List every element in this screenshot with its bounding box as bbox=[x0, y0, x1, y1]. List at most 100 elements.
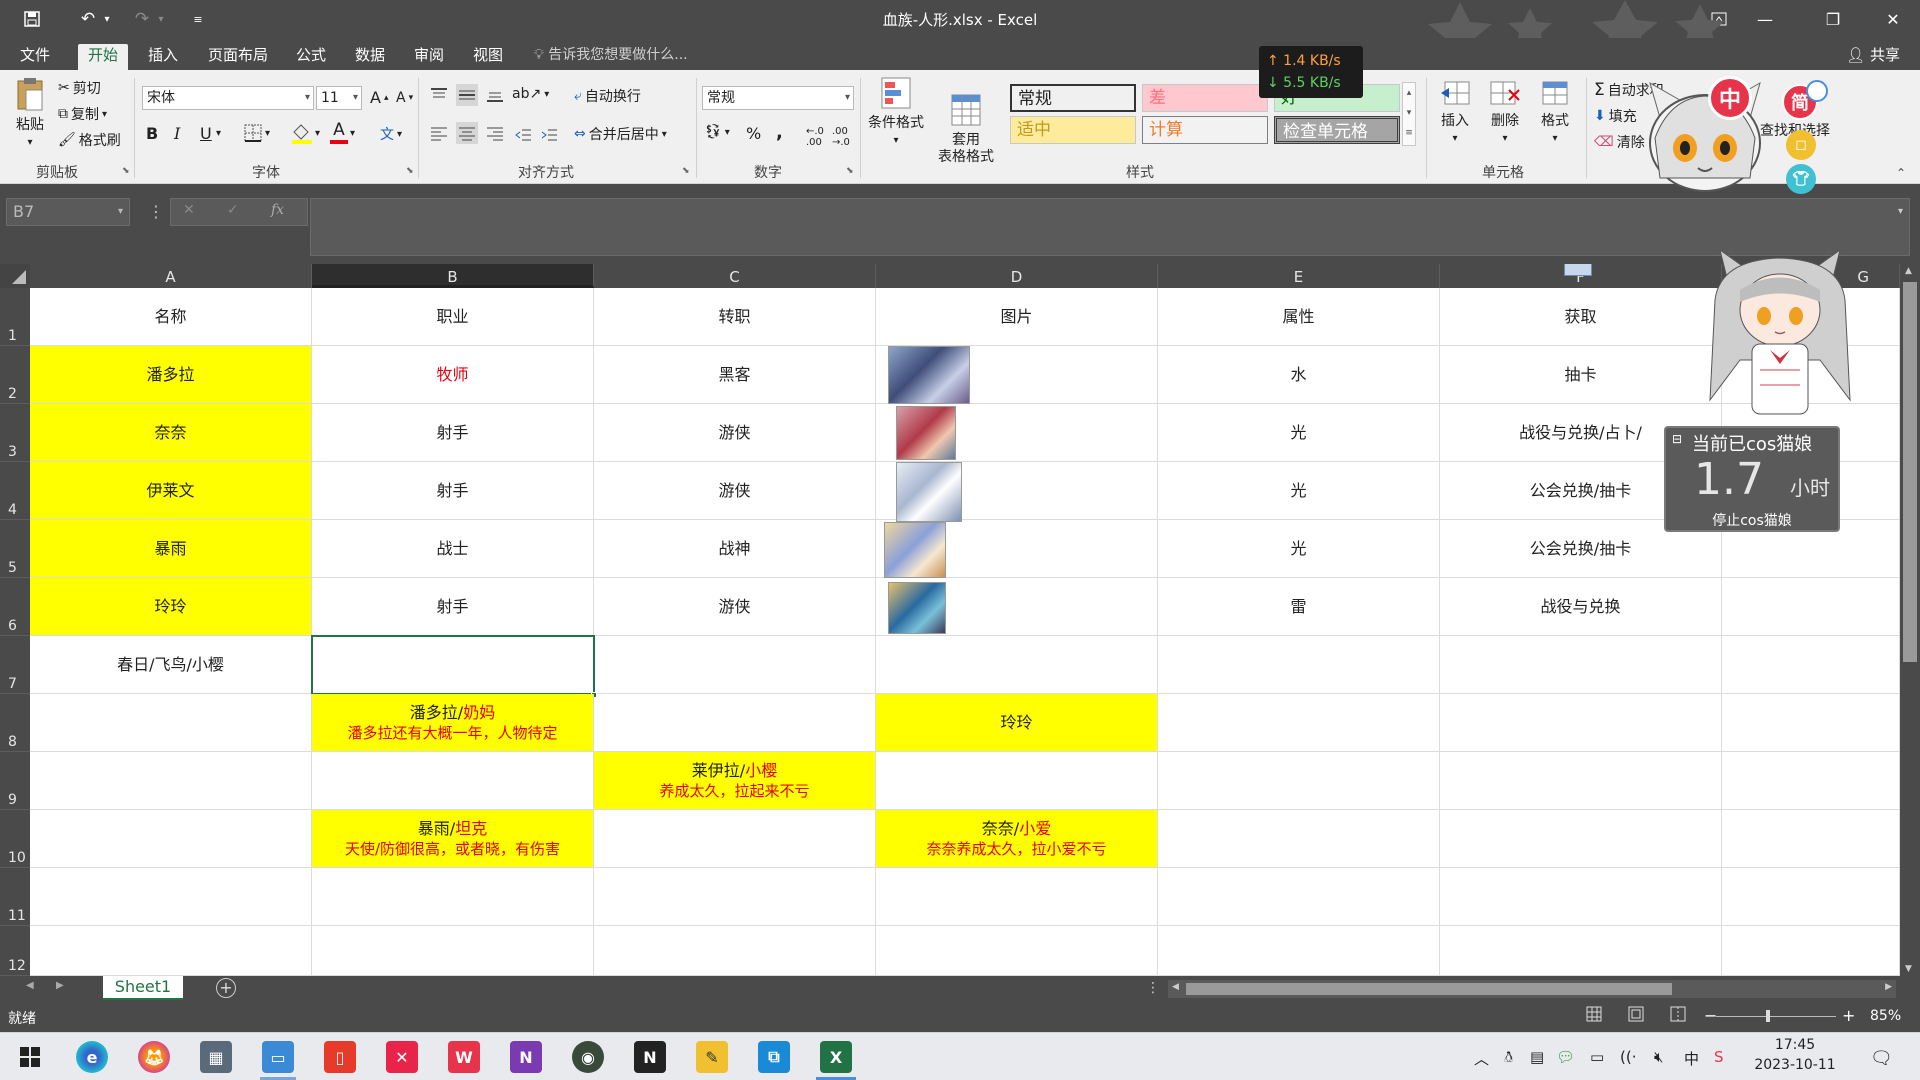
cell-g9[interactable] bbox=[1722, 752, 1900, 810]
clear-button[interactable]: ⌫ 清除 bbox=[1594, 132, 1645, 152]
cell-c2[interactable]: 黑客 bbox=[594, 346, 876, 404]
align-top-icon[interactable] bbox=[428, 84, 450, 106]
cell-e1[interactable]: 属性 bbox=[1158, 288, 1440, 346]
tab-file[interactable]: 文件 bbox=[10, 44, 60, 70]
game-app-icon[interactable]: ◉ bbox=[572, 1041, 604, 1073]
battery-icon[interactable]: ▭ bbox=[1590, 1048, 1604, 1066]
cell-b10[interactable]: 暴雨/坦克 天使/防御很高，或者晓，有伤害 bbox=[312, 810, 594, 868]
row-header-10[interactable]: 10 bbox=[0, 810, 30, 868]
page-break-view-icon[interactable] bbox=[1670, 1006, 1686, 1026]
font-name-combo[interactable]: 宋体 ▾ bbox=[142, 86, 314, 110]
phonetic-button[interactable]: 文 ▾ bbox=[380, 124, 402, 144]
row-header-11[interactable]: 11 bbox=[0, 868, 30, 926]
underline-button[interactable]: U bbox=[200, 124, 212, 143]
row-header-8[interactable]: 8 bbox=[0, 694, 30, 752]
cell-c6[interactable]: 游侠 bbox=[594, 578, 876, 636]
cell-e8[interactable] bbox=[1158, 694, 1440, 752]
xmind-icon[interactable]: ✕ bbox=[386, 1041, 418, 1073]
column-header-e[interactable]: E bbox=[1158, 264, 1440, 288]
cell-g6[interactable] bbox=[1722, 578, 1900, 636]
restore-icon[interactable]: ❐ bbox=[1810, 4, 1856, 34]
bold-button[interactable]: B bbox=[146, 124, 158, 143]
styles-gallery-scroll[interactable]: ▴ ▾ ≡ bbox=[1402, 82, 1416, 146]
cell-e11[interactable] bbox=[1158, 868, 1440, 926]
cell-e6[interactable]: 雷 bbox=[1158, 578, 1440, 636]
cell-a7[interactable]: 春日/飞鸟/小樱 bbox=[30, 636, 312, 694]
column-header-b[interactable]: B bbox=[312, 264, 594, 288]
format-cells-button[interactable]: 格式 ▾ bbox=[1532, 78, 1578, 147]
tab-insert[interactable]: 插入 bbox=[138, 44, 188, 70]
cell-c5[interactable]: 战神 bbox=[594, 520, 876, 578]
cell-c8[interactable] bbox=[594, 694, 876, 752]
cell-c4[interactable]: 游侠 bbox=[594, 462, 876, 520]
wrap-text-button[interactable]: ⤶ 自动换行 bbox=[574, 86, 641, 106]
insert-cells-button[interactable]: 插入 ▾ bbox=[1432, 78, 1478, 147]
cell-a3[interactable]: 奈奈 bbox=[30, 404, 312, 462]
tray-app-icon[interactable]: ▤ bbox=[1530, 1048, 1544, 1066]
notion-icon[interactable]: N bbox=[634, 1041, 666, 1073]
mascot-catgirl[interactable] bbox=[1700, 240, 1860, 436]
cell-e9[interactable] bbox=[1158, 752, 1440, 810]
vertical-scrollbar[interactable]: ▲ ▼ bbox=[1900, 264, 1920, 976]
cell-e10[interactable] bbox=[1158, 810, 1440, 868]
scroll-up-icon[interactable]: ▲ bbox=[1905, 266, 1912, 276]
cell-f10[interactable] bbox=[1440, 810, 1722, 868]
style-bad[interactable]: 差 bbox=[1142, 84, 1268, 112]
horizontal-scroll-thumb[interactable] bbox=[1186, 983, 1672, 995]
style-check-cell[interactable]: 检查单元格 bbox=[1274, 116, 1400, 144]
tab-data[interactable]: 数据 bbox=[345, 44, 395, 70]
zoom-in-icon[interactable]: + bbox=[1842, 1006, 1855, 1025]
clipboard-launcher-icon[interactable]: ⬊ bbox=[122, 166, 130, 176]
edge-dev-icon[interactable]: e bbox=[76, 1041, 108, 1073]
onenote-icon[interactable]: N bbox=[510, 1041, 542, 1073]
insert-function-icon[interactable]: fx bbox=[271, 202, 284, 218]
row-header-6[interactable]: 6 bbox=[0, 578, 30, 636]
cell-d1[interactable]: 图片 bbox=[876, 288, 1158, 346]
font-color-button[interactable]: A bbox=[330, 120, 348, 144]
vertical-scroll-thumb[interactable] bbox=[1903, 282, 1917, 662]
calculator-icon[interactable]: ▦ bbox=[200, 1041, 232, 1073]
ime-skin-icon[interactable]: 👕︎ bbox=[1786, 164, 1816, 194]
page-layout-view-icon[interactable] bbox=[1628, 1006, 1644, 1026]
cell-c10[interactable] bbox=[594, 810, 876, 868]
character-picture-storm[interactable] bbox=[884, 522, 946, 578]
scroll-down-icon[interactable]: ▼ bbox=[1905, 964, 1912, 974]
cell-d12[interactable] bbox=[876, 926, 1158, 976]
cell-f12[interactable] bbox=[1440, 926, 1722, 976]
cell-f6[interactable]: 战役与兑换 bbox=[1440, 578, 1722, 636]
tell-me-search[interactable]: 💡︎ 告诉我您想要做什么... bbox=[534, 44, 688, 64]
cell-f9[interactable] bbox=[1440, 752, 1722, 810]
more-options-icon[interactable]: ⋮ bbox=[148, 202, 164, 221]
cell-b6[interactable]: 射手 bbox=[312, 578, 594, 636]
zoom-level[interactable]: 85% bbox=[1870, 1008, 1901, 1024]
cell-c9[interactable]: 莱伊拉/小樱 养成太久，拉起来不亏 bbox=[594, 752, 876, 810]
decrease-indent-icon[interactable] bbox=[512, 124, 534, 146]
alignment-launcher-icon[interactable]: ⬊ bbox=[682, 166, 690, 176]
select-all-corner[interactable] bbox=[0, 264, 30, 288]
cell-g8[interactable] bbox=[1722, 694, 1900, 752]
cell-a11[interactable] bbox=[30, 868, 312, 926]
align-middle-icon[interactable] bbox=[456, 84, 478, 106]
cell-d8[interactable]: 玲玲 bbox=[876, 694, 1158, 752]
add-sheet-button[interactable]: + bbox=[216, 978, 236, 998]
expand-formula-icon[interactable]: ▾ bbox=[1898, 206, 1903, 217]
percent-button[interactable]: % bbox=[746, 124, 761, 143]
align-center-icon[interactable] bbox=[456, 122, 478, 144]
row-header-4[interactable]: 4 bbox=[0, 462, 30, 520]
sogou-tray-icon[interactable]: S bbox=[1714, 1048, 1724, 1066]
comma-button[interactable]: , bbox=[776, 122, 783, 143]
cell-a1[interactable]: 名称 bbox=[30, 288, 312, 346]
character-picture-pandora[interactable] bbox=[888, 346, 970, 404]
cell-f7[interactable] bbox=[1440, 636, 1722, 694]
cell-e5[interactable]: 光 bbox=[1158, 520, 1440, 578]
cut-button[interactable]: ✂ 剪切 bbox=[58, 78, 101, 98]
cell-d11[interactable] bbox=[876, 868, 1158, 926]
increase-indent-icon[interactable] bbox=[538, 124, 560, 146]
conditional-format-button[interactable]: 条件格式 ▾ bbox=[864, 76, 928, 149]
cell-b8[interactable]: 潘多拉/奶妈 潘多拉还有大概一年，人物待定 bbox=[312, 694, 594, 752]
paste-button[interactable]: 粘贴 ▾ bbox=[10, 76, 50, 151]
cell-b2[interactable]: 牧师 bbox=[312, 346, 594, 404]
widget-pin-icon[interactable]: ⊟ bbox=[1672, 432, 1682, 446]
cell-e12[interactable] bbox=[1158, 926, 1440, 976]
cancel-icon[interactable]: ✕ bbox=[183, 202, 195, 218]
